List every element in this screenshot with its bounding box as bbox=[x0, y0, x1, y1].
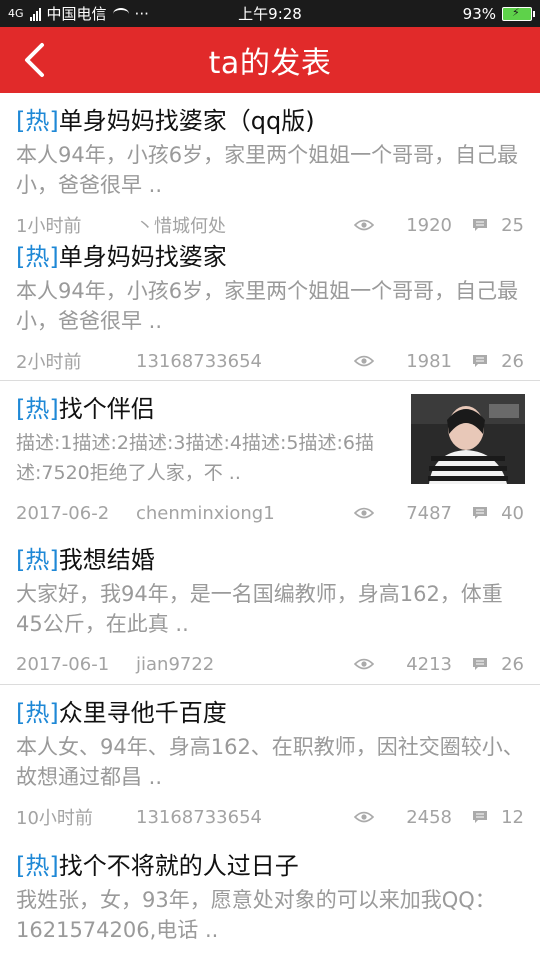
battery-icon: ⚡ bbox=[502, 6, 535, 21]
carrier-label: 中国电信 bbox=[46, 5, 107, 23]
clock: 上午9:28 bbox=[238, 5, 302, 23]
post-author: 13168733654 bbox=[136, 806, 262, 828]
post-summary: 本人94年，小孩6岁，家里两个姐姐一个哥哥，自己最小，爸爸很早 .. bbox=[16, 143, 519, 197]
post-summary: 我姓张，女，93年，愿意处对象的可以来加我QQ：1621574206,电话 .. bbox=[16, 888, 496, 942]
eye-icon bbox=[354, 810, 374, 824]
hot-tag: [热] bbox=[16, 852, 59, 880]
hot-tag: [热] bbox=[16, 395, 59, 423]
view-count: 2458 bbox=[406, 806, 452, 828]
comment-count: 12 bbox=[501, 806, 524, 828]
post-meta: 10小时前 13168733654 2458 12 bbox=[16, 804, 524, 830]
list-item[interactable]: [热]我想结婚 大家好，我94年，是一名国编教师，身高162，体重45公斤，在此… bbox=[0, 532, 540, 684]
post-title: [热]单身妈妈找婆家 bbox=[16, 229, 524, 273]
app-header: ta的发表 bbox=[0, 27, 540, 93]
battery-percent: 93% bbox=[462, 4, 496, 23]
signal-icon bbox=[29, 7, 41, 21]
post-summary: 本人女、94年、身高162、在职教师，因社交圈较小、故想通过都昌 .. bbox=[16, 735, 524, 789]
more-icon: ··· bbox=[134, 4, 149, 23]
post-meta: 2小时前 13168733654 1981 26 bbox=[16, 348, 524, 374]
post-time: 2017-06-2 bbox=[16, 502, 110, 524]
view-count: 4213 bbox=[406, 653, 452, 675]
post-author: 13168733654 bbox=[136, 350, 262, 372]
post-summary: 描述:1描述:2描述:3描述:4描述:5描述:6描述:7520拒绝了人家，不 .… bbox=[16, 432, 374, 484]
post-title: [热]单身妈妈找婆家（qq版) bbox=[16, 93, 524, 137]
post-meta: 2017-06-2 chenminxiong1 7487 40 bbox=[16, 500, 524, 526]
status-bar: 4G 中国电信 ··· 上午9:28 93% ⚡ bbox=[0, 0, 540, 27]
signal-type-label: 4G bbox=[8, 7, 24, 20]
comment-count: 40 bbox=[501, 502, 524, 524]
comment-icon bbox=[472, 354, 488, 369]
list-item[interactable]: [热]找个不将就的人过日子 我姓张，女，93年，愿意处对象的可以来加我QQ：16… bbox=[0, 838, 540, 948]
comment-icon bbox=[472, 657, 488, 672]
post-time: 2017-06-1 bbox=[16, 653, 110, 675]
post-title: [热]找个伴侣 bbox=[16, 381, 394, 425]
hot-tag: [热] bbox=[16, 107, 59, 135]
post-title-text: 找个伴侣 bbox=[58, 395, 155, 423]
chevron-left-icon bbox=[25, 43, 44, 77]
status-left: 4G 中国电信 ··· bbox=[8, 3, 149, 24]
eye-icon bbox=[354, 657, 374, 671]
comment-count: 26 bbox=[501, 350, 524, 372]
post-author: chenminxiong1 bbox=[136, 502, 275, 524]
list-item[interactable]: [热]找个伴侣 描述:1描述:2描述:3描述:4描述:5描述:6描述:7520拒… bbox=[0, 381, 540, 532]
hot-tag: [热] bbox=[16, 243, 59, 271]
list-item[interactable]: [热]单身妈妈找婆家 本人94年，小孩6岁，家里两个姐姐一个哥哥，自己最小，爸爸… bbox=[0, 229, 540, 380]
post-title-text: 单身妈妈找婆家 bbox=[58, 243, 227, 271]
post-list: [热]单身妈妈找婆家（qq版) 本人94年，小孩6岁，家里两个姐姐一个哥哥，自己… bbox=[0, 93, 540, 948]
post-author: jian9722 bbox=[136, 653, 215, 675]
post-title-text: 单身妈妈找婆家（qq版) bbox=[58, 107, 315, 135]
post-title-text: 我想结婚 bbox=[58, 546, 155, 574]
eye-icon bbox=[354, 506, 374, 520]
list-item[interactable]: [热]众里寻他千百度 本人女、94年、身高162、在职教师，因社交圈较小、故想通… bbox=[0, 685, 540, 838]
view-count: 1981 bbox=[406, 350, 452, 372]
view-count: 7487 bbox=[406, 502, 452, 524]
post-title: [热]找个不将就的人过日子 bbox=[16, 838, 524, 882]
post-title: [热]众里寻他千百度 bbox=[16, 685, 524, 729]
hot-tag: [热] bbox=[16, 546, 59, 574]
post-title: [热]我想结婚 bbox=[16, 532, 524, 576]
post-meta: 2017-06-1 jian9722 4213 26 bbox=[16, 651, 524, 677]
status-right: 93% ⚡ bbox=[462, 4, 535, 23]
post-summary: 本人94年，小孩6岁，家里两个姐姐一个哥哥，自己最小，爸爸很早 .. bbox=[16, 279, 519, 333]
page-title: ta的发表 bbox=[208, 46, 332, 81]
eye-icon bbox=[354, 354, 374, 368]
back-button[interactable] bbox=[12, 37, 56, 83]
post-title-text: 众里寻他千百度 bbox=[58, 699, 227, 727]
post-time: 2小时前 bbox=[16, 352, 82, 373]
comment-icon bbox=[472, 506, 488, 521]
hot-tag: [热] bbox=[16, 699, 59, 727]
post-title-text: 找个不将就的人过日子 bbox=[58, 852, 299, 880]
comment-count: 26 bbox=[501, 653, 524, 675]
post-time: 10小时前 bbox=[16, 808, 93, 829]
post-thumbnail bbox=[411, 394, 525, 484]
wifi-icon bbox=[112, 7, 129, 20]
comment-icon bbox=[472, 810, 488, 825]
post-summary: 大家好，我94年，是一名国编教师，身高162，体重45公斤，在此真 .. bbox=[16, 582, 503, 636]
list-item[interactable]: [热]单身妈妈找婆家（qq版) 本人94年，小孩6岁，家里两个姐姐一个哥哥，自己… bbox=[0, 93, 540, 237]
